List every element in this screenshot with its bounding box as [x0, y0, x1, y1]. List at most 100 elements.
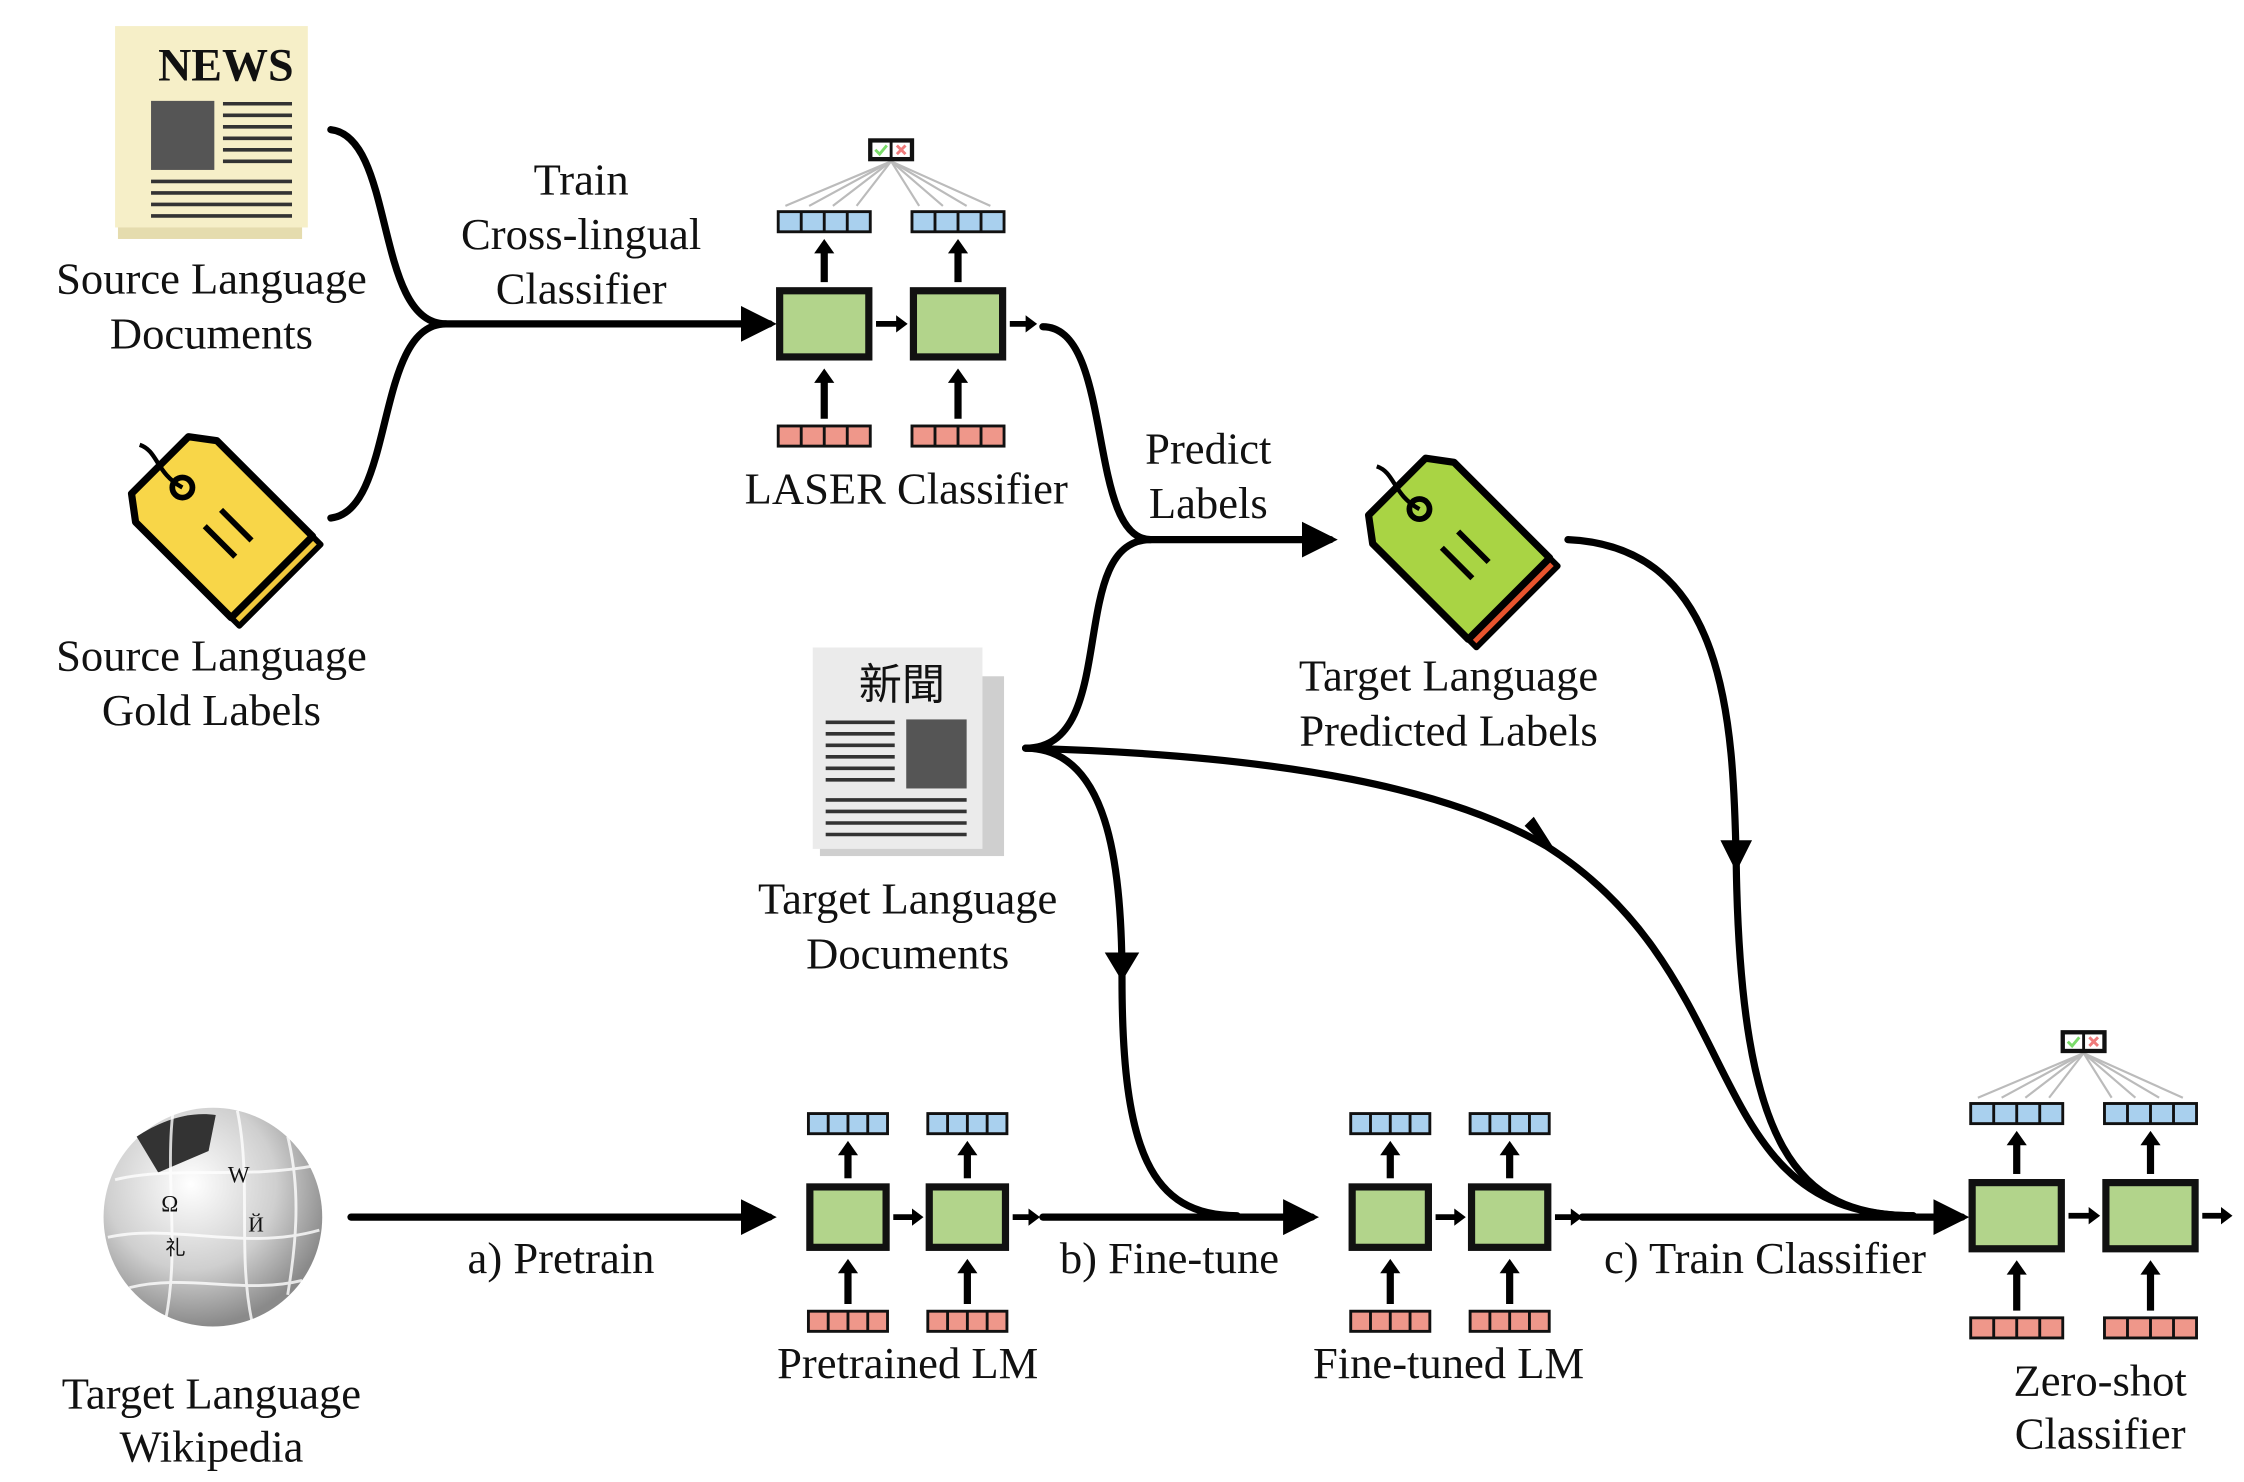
svg-text:礼: 礼 — [165, 1237, 185, 1260]
pretrained-lm-label: Pretrained LM — [777, 1338, 1038, 1388]
target-docs-to-predict-flow — [1022, 536, 1155, 752]
input-vector-cell — [1972, 1319, 1993, 1337]
output-vector-cell — [779, 213, 800, 231]
pretrained-lm-model — [806, 1112, 1041, 1333]
output-vector-cell — [848, 213, 869, 231]
input-vector-cell — [982, 427, 1003, 445]
input-vector-cell — [779, 427, 800, 445]
arrowhead — [1028, 1208, 1041, 1226]
output-vector-cell — [1411, 1115, 1429, 1133]
zero-shot-label-2: Classifier — [2015, 1409, 2186, 1459]
model-cell — [2102, 1179, 2199, 1253]
input-vector-cell — [2105, 1319, 2127, 1337]
input-vector-cell — [1352, 1312, 1370, 1330]
finetuned-lm-label: Fine-tuned LM — [1313, 1338, 1584, 1388]
output-vector-cell — [968, 1115, 986, 1133]
train-label-2: Cross-lingual — [461, 209, 701, 259]
output-vector-cell — [1530, 1115, 1548, 1133]
connection-line — [808, 160, 892, 207]
output-vector-cell — [2174, 1104, 2196, 1123]
input-vector-cell — [1995, 1319, 2016, 1337]
input-vector-cell — [1471, 1312, 1489, 1330]
output-vector-cell — [1352, 1115, 1370, 1133]
arrowhead — [1499, 1140, 1520, 1156]
input-vector-cell — [825, 427, 846, 445]
input-vector-cell — [848, 427, 869, 445]
arrowhead — [1380, 1140, 1401, 1156]
target-docs-label-1: Target Language — [758, 874, 1057, 924]
arrowhead — [1380, 1258, 1401, 1274]
target-news-masthead: 新聞 — [859, 662, 945, 709]
connection-line — [2083, 1052, 2160, 1099]
arrowhead — [2220, 1207, 2233, 1225]
svg-text:Й: Й — [248, 1213, 264, 1237]
input-vector-cell — [2018, 1319, 2039, 1337]
input-vector-cell — [1411, 1312, 1429, 1330]
input-vector-cell — [988, 1312, 1006, 1330]
input-vector-cell — [2041, 1319, 2062, 1337]
source-docs-label-1: Source Language — [56, 254, 367, 304]
source-docs-label-2: Documents — [110, 308, 313, 358]
input-vector-cell — [913, 427, 934, 445]
arrowhead — [837, 1140, 859, 1156]
source-labels-label-2: Gold Labels — [102, 685, 321, 735]
connection-line — [890, 160, 944, 207]
target-docs-label-2: Documents — [806, 928, 1009, 978]
output-vector-cell — [1995, 1104, 2016, 1123]
arrowhead — [947, 368, 969, 383]
cross-lingual-pipeline-diagram: NEWS Source Language Documents Source La… — [56, 26, 2233, 1472]
input-vector-cell — [936, 427, 957, 445]
predict-label-2: Labels — [1149, 478, 1268, 528]
output-vector-cell — [959, 213, 980, 231]
model-cell — [806, 1183, 890, 1251]
zero-shot-label-1: Zero-shot — [2013, 1356, 2187, 1406]
source-labels-label-1: Source Language — [56, 631, 367, 681]
output-vector-cell — [988, 1115, 1006, 1133]
input-vector-cell — [849, 1312, 867, 1330]
output-vector-cell — [2151, 1104, 2173, 1123]
target-tag-icon — [1365, 454, 1561, 651]
arrowhead — [2088, 1207, 2101, 1225]
arrowhead — [1025, 315, 1038, 333]
input-vector-cell — [829, 1312, 847, 1330]
model-cell — [925, 1183, 1010, 1251]
model-cell — [1467, 1183, 1552, 1251]
target-pred-label-1: Target Language — [1299, 651, 1598, 701]
arrowhead — [957, 1258, 978, 1274]
model-cell — [776, 287, 873, 361]
model-cell — [1968, 1179, 2065, 1253]
wiki-label-2: Wikipedia — [120, 1422, 304, 1472]
connection-line — [890, 160, 968, 207]
arrowhead — [1104, 952, 1140, 982]
output-vector-cell — [936, 213, 957, 231]
output-vector-cell — [1391, 1115, 1409, 1133]
output-vector-cell — [1371, 1115, 1389, 1133]
input-vector-cell — [1391, 1312, 1409, 1330]
laser-label: LASER Classifier — [745, 464, 1068, 514]
input-vector-cell — [2151, 1319, 2173, 1337]
check-cell — [872, 142, 890, 157]
output-vector-cell — [1491, 1115, 1509, 1133]
input-vector-cell — [968, 1312, 986, 1330]
input-vector-cell — [1371, 1312, 1389, 1330]
connection-line — [784, 160, 892, 207]
zero-shot-classifier-model — [1968, 1030, 2233, 1340]
arrowhead — [947, 238, 969, 254]
wikipedia-globe-icon: Ω W 礼 Й — [103, 1107, 323, 1327]
input-vector-cell — [1530, 1312, 1548, 1330]
source-labels-flow — [327, 320, 450, 522]
arrowhead — [957, 1140, 978, 1156]
source-newspaper-icon: NEWS — [115, 26, 308, 239]
arrowhead — [2140, 1130, 2161, 1146]
target-newspaper-icon: 新聞 — [812, 647, 1005, 857]
model-cell — [909, 287, 1007, 361]
source-tag-icon — [127, 433, 324, 629]
train-label-1: Train — [534, 154, 629, 204]
finetune-label: b) Fine-tune — [1060, 1233, 1279, 1283]
train-label-3: Classifier — [496, 264, 667, 314]
output-vector-cell — [2105, 1104, 2127, 1123]
arrowhead — [814, 368, 835, 383]
predict-label-1: Predict — [1145, 423, 1272, 473]
input-vector-cell — [2174, 1319, 2196, 1337]
input-vector-cell — [809, 1312, 827, 1330]
